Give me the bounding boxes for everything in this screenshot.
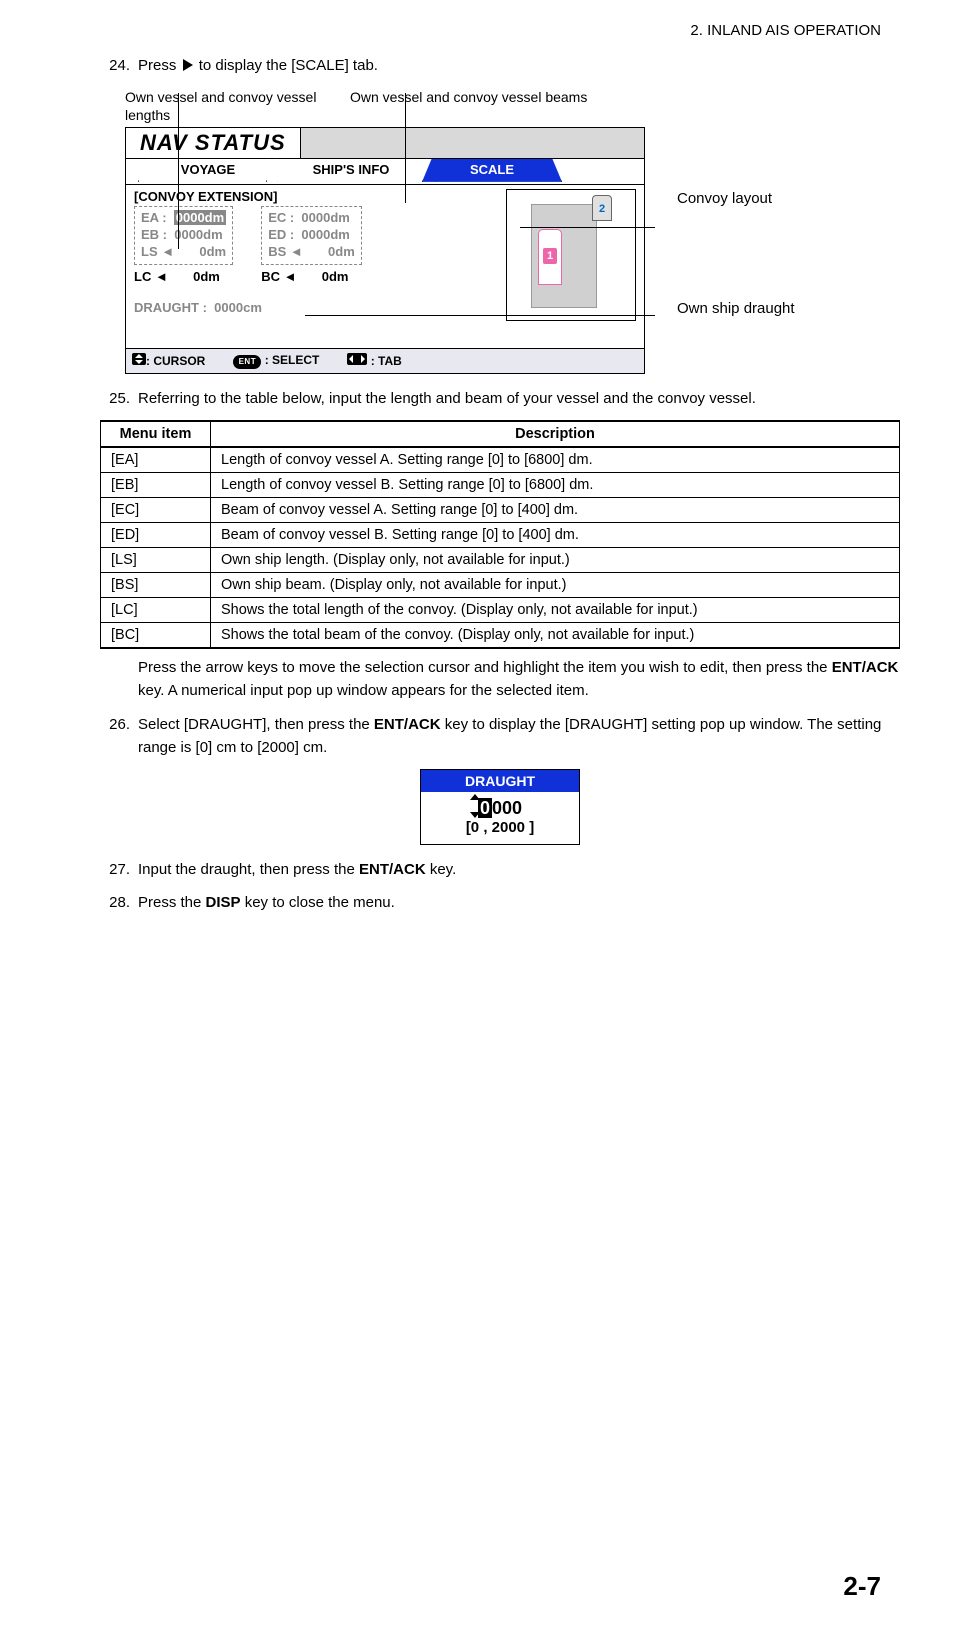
key-ent-ack: ENT/ACK xyxy=(374,716,441,733)
callout-lengths: Own vessel and convoy vessel lengths xyxy=(125,88,350,124)
play-right-icon xyxy=(183,59,193,71)
tab-scale[interactable]: SCALE xyxy=(422,158,562,182)
cell-description: Shows the total length of the convoy. (D… xyxy=(211,598,900,623)
cell-menu-item: [BS] xyxy=(101,573,211,598)
cell-description: Own ship length. (Display only, not avai… xyxy=(211,548,900,573)
callout-convoy-layout: Convoy layout xyxy=(677,189,772,209)
step-25: 25. Referring to the table below, input … xyxy=(100,388,900,411)
cell-description: Length of convoy vessel B. Setting range… xyxy=(211,473,900,498)
cell-description: Shows the total beam of the convoy. (Dis… xyxy=(211,623,900,649)
table-row: [ED]Beam of convoy vessel B. Setting ran… xyxy=(101,523,900,548)
popup-range: [0 , 2000 ] xyxy=(421,819,579,840)
step-27: 27. Input the draught, then press the EN… xyxy=(100,859,900,882)
callout-line xyxy=(520,227,655,228)
step-num: 26. xyxy=(100,714,130,759)
step-28: 28. Press the DISP key to close the menu… xyxy=(100,892,900,915)
key-ent-ack: ENT/ACK xyxy=(359,861,426,878)
triangle-down-icon xyxy=(470,812,480,818)
callout-line xyxy=(178,93,179,249)
cell-menu-item: [BC] xyxy=(101,623,211,649)
step-text: Press the xyxy=(138,894,206,911)
callout-own-draught: Own ship draught xyxy=(677,299,795,319)
screen-title: NAV STATUS xyxy=(126,128,301,158)
footer-cursor: : CURSOR xyxy=(146,354,205,368)
own-vessel-marker: 1 xyxy=(543,248,557,264)
popup-value[interactable]: 0000 [0 , 2000 ] xyxy=(421,792,579,844)
beams-group: EC : 0000dm ED : 0000dm BS ◄ 0dm xyxy=(261,206,362,265)
callout-beams: Own vessel and convoy vessel beams xyxy=(350,88,600,124)
step-num: 27. xyxy=(100,859,130,882)
step-24: 24. Press to display the [SCALE] tab. xyxy=(100,55,900,78)
footer-tab: : TAB xyxy=(371,354,402,368)
step-num: 24. xyxy=(100,55,130,78)
footer-select: : SELECT xyxy=(265,353,320,367)
cell-description: Beam of convoy vessel B. Setting range [… xyxy=(211,523,900,548)
table-row: [EB]Length of convoy vessel B. Setting r… xyxy=(101,473,900,498)
table-header-menu: Menu item xyxy=(101,421,211,447)
own-vessel: 1 xyxy=(538,229,562,285)
step-text: key to close the menu. xyxy=(241,894,395,911)
cell-menu-item: [LC] xyxy=(101,598,211,623)
step-num: 25. xyxy=(100,388,130,411)
step-num: 28. xyxy=(100,892,130,915)
figure-scale-tab: NAV STATUS VOYAGE SHIP'S INFO SCALE [CON… xyxy=(125,127,885,374)
table-header-desc: Description xyxy=(211,421,900,447)
field-ec[interactable]: EC : 0000dm xyxy=(268,210,355,225)
digit-selected[interactable]: 0 xyxy=(478,798,492,818)
cell-description: Length of convoy vessel A. Setting range… xyxy=(211,447,900,473)
field-ea[interactable]: EA : 0000dm xyxy=(141,210,226,225)
running-header: 2. INLAND AIS OPERATION xyxy=(690,22,881,39)
cell-menu-item: [LS] xyxy=(101,548,211,573)
step-text: Select [DRAUGHT], then press the xyxy=(138,716,374,733)
key-ent-ack: ENT/ACK xyxy=(832,659,899,676)
tab-ships-info[interactable]: SHIP'S INFO xyxy=(266,158,436,182)
field-bs: BS ◄ 0dm xyxy=(268,244,355,259)
step-text: to display the [SCALE] tab. xyxy=(199,57,378,74)
popup-title: DRAUGHT xyxy=(421,770,579,792)
field-bc: BC ◄ 0dm xyxy=(261,269,362,284)
cell-description: Beam of convoy vessel A. Setting range [… xyxy=(211,498,900,523)
table-row: [LS]Own ship length. (Display only, not … xyxy=(101,548,900,573)
field-lc: LC ◄ 0dm xyxy=(134,269,233,284)
cell-menu-item: [ED] xyxy=(101,523,211,548)
step-26: 26. Select [DRAUGHT], then press the ENT… xyxy=(100,714,900,759)
page-number: 2-7 xyxy=(843,1571,881,1602)
ent-icon: ENT xyxy=(233,355,261,369)
step-text: key. xyxy=(426,861,457,878)
triangle-up-icon xyxy=(470,794,480,800)
step-text: Referring to the table below, input the … xyxy=(138,388,900,411)
post-table-instructions: Press the arrow keys to move the selecti… xyxy=(138,657,900,702)
field-eb[interactable]: EB : 0000dm xyxy=(141,227,226,242)
convoy-layout-diagram: 2 1 xyxy=(506,189,636,321)
cell-menu-item: [EC] xyxy=(101,498,211,523)
step-text: Press xyxy=(138,57,181,74)
cell-menu-item: [EA] xyxy=(101,447,211,473)
leftright-icon xyxy=(347,353,367,365)
draught-popup: DRAUGHT 0000 [0 , 2000 ] xyxy=(420,769,580,845)
field-ls: LS ◄ 0dm xyxy=(141,244,226,259)
step-text: Input the draught, then press the xyxy=(138,861,359,878)
table-row: [EA]Length of convoy vessel A. Setting r… xyxy=(101,447,900,473)
lcd-footer: : CURSOR ENT : SELECT : TAB xyxy=(126,348,644,373)
cell-description: Own ship beam. (Display only, not availa… xyxy=(211,573,900,598)
table-row: [LC]Shows the total length of the convoy… xyxy=(101,598,900,623)
field-ed[interactable]: ED : 0000dm xyxy=(268,227,355,242)
callout-line xyxy=(305,315,655,316)
digits-rest: 000 xyxy=(492,798,522,818)
table-row: [EC]Beam of convoy vessel A. Setting ran… xyxy=(101,498,900,523)
tab-voyage[interactable]: VOYAGE xyxy=(138,158,278,182)
key-disp: DISP xyxy=(206,894,241,911)
convoy-vessel-2: 2 xyxy=(592,195,612,221)
cell-menu-item: [EB] xyxy=(101,473,211,498)
lengths-group: EA : 0000dm EB : 0000dm LS ◄ 0dm xyxy=(134,206,233,265)
table-row: [BC]Shows the total beam of the convoy. … xyxy=(101,623,900,649)
menu-description-table: Menu item Description [EA]Length of conv… xyxy=(100,420,900,649)
lcd-screen: NAV STATUS VOYAGE SHIP'S INFO SCALE [CON… xyxy=(125,127,645,374)
updown-icon xyxy=(132,353,146,365)
table-row: [BS]Own ship beam. (Display only, not av… xyxy=(101,573,900,598)
callout-line xyxy=(405,93,406,203)
